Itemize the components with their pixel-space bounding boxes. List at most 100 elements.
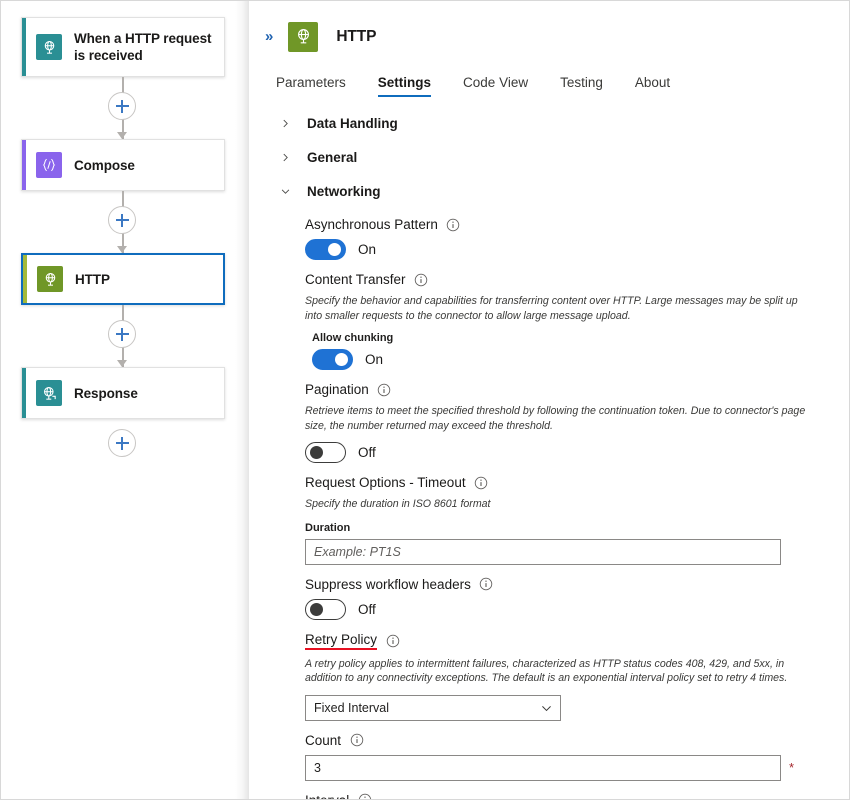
field-label-row: Retry Policy — [305, 632, 819, 650]
tab-bar: Parameters Settings Code View Testing Ab… — [249, 63, 849, 97]
tab-settings[interactable]: Settings — [378, 75, 431, 97]
info-icon[interactable] — [446, 217, 461, 232]
field-retry-policy: Retry Policy A retry policy applies to i… — [305, 632, 819, 721]
retry-policy-select-wrap: Fixed Interval — [305, 695, 561, 721]
http-action-icon — [288, 22, 318, 52]
info-icon[interactable] — [479, 577, 494, 592]
allow-chunking-toggle[interactable] — [312, 349, 353, 370]
toggle-state-label: Off — [358, 445, 376, 460]
duration-label: Duration — [305, 522, 819, 534]
tab-testing[interactable]: Testing — [560, 75, 603, 97]
field-retry-interval: Interval * — [305, 793, 819, 800]
field-label-row: Content Transfer — [305, 272, 819, 287]
networking-fields: Asynchronous Pattern On Content Transfer — [249, 217, 849, 799]
section-networking[interactable]: Networking — [249, 177, 849, 205]
info-icon[interactable] — [377, 382, 392, 397]
toggle-row: On — [305, 239, 819, 260]
field-content-transfer: Content Transfer Specify the behavior an… — [305, 272, 819, 370]
add-step-button-2[interactable] — [108, 206, 136, 234]
node-accent-bar — [22, 368, 26, 418]
chevron-right-icon — [277, 115, 293, 131]
add-step-button-1[interactable] — [108, 92, 136, 120]
section-general[interactable]: General — [249, 143, 849, 171]
tab-code-view[interactable]: Code View — [463, 75, 528, 97]
workflow-canvas[interactable]: When a HTTP request is received Compose — [1, 1, 249, 799]
field-label: Pagination — [305, 382, 369, 397]
node-label: When a HTTP request is received — [74, 30, 224, 64]
compose-icon — [36, 152, 62, 178]
panel-header: » HTTP — [249, 1, 849, 57]
workflow-node-http[interactable]: HTTP — [21, 253, 225, 305]
field-label-row: Request Options - Timeout — [305, 475, 819, 490]
workflow-node-compose[interactable]: Compose — [21, 139, 225, 191]
section-data-handling[interactable]: Data Handling — [249, 109, 849, 137]
tab-parameters[interactable]: Parameters — [276, 75, 346, 97]
workflow-node-response[interactable]: Response — [21, 367, 225, 419]
field-label: Retry Policy — [305, 632, 377, 650]
workflow-flow: When a HTTP request is received Compose — [21, 17, 225, 465]
async-pattern-toggle[interactable] — [305, 239, 346, 260]
retry-count-input[interactable] — [305, 755, 781, 781]
add-step-button-4[interactable] — [108, 429, 136, 457]
node-label: Compose — [74, 157, 143, 174]
toggle-knob — [328, 243, 341, 256]
field-request-timeout: Request Options - Timeout Specify the du… — [305, 475, 819, 565]
toggle-state-label: Off — [358, 602, 376, 617]
add-step-button-3[interactable] — [108, 320, 136, 348]
retry-policy-select[interactable]: Fixed Interval — [305, 695, 561, 721]
info-icon[interactable] — [385, 633, 400, 648]
info-icon[interactable] — [349, 733, 364, 748]
retry-policy-selected-value: Fixed Interval — [314, 701, 389, 715]
field-label: Asynchronous Pattern — [305, 217, 438, 232]
field-label: Request Options - Timeout — [305, 475, 466, 490]
field-label-row: Asynchronous Pattern — [305, 217, 819, 232]
info-icon[interactable] — [414, 272, 429, 287]
connector-tail — [21, 419, 225, 465]
field-label: Suppress workflow headers — [305, 577, 471, 592]
details-panel: » HTTP Parameters Settings Code View Tes… — [249, 1, 849, 799]
required-marker: * — [789, 761, 794, 774]
info-icon[interactable] — [357, 793, 372, 800]
allow-chunking-label: Allow chunking — [312, 332, 819, 344]
connector-1 — [21, 77, 225, 139]
field-label: Interval — [305, 793, 349, 800]
pagination-toggle[interactable] — [305, 442, 346, 463]
field-description: Specify the behavior and capabilities fo… — [305, 294, 817, 323]
suppress-headers-toggle[interactable] — [305, 599, 346, 620]
node-accent-bar — [23, 255, 27, 303]
field-description: A retry policy applies to intermittent f… — [305, 657, 817, 686]
toggle-row: On — [312, 349, 819, 370]
http-action-icon — [37, 266, 63, 292]
field-label-row: Count — [305, 733, 819, 748]
connector-arrow — [117, 246, 127, 253]
toggle-knob — [310, 446, 323, 459]
count-input-wrap: * — [305, 755, 807, 781]
section-title: Data Handling — [307, 116, 398, 131]
chevron-right-icon — [277, 149, 293, 165]
field-suppress-headers: Suppress workflow headers Off — [305, 577, 819, 620]
http-request-trigger-icon — [36, 34, 62, 60]
field-label: Content Transfer — [305, 272, 406, 287]
settings-content: Data Handling General Networking — [249, 97, 849, 799]
field-retry-count: Count * — [305, 733, 819, 781]
toggle-row: Off — [305, 442, 819, 463]
connector-3 — [21, 305, 225, 367]
section-title: Networking — [307, 184, 381, 199]
node-label: HTTP — [75, 271, 118, 288]
connector-arrow — [117, 360, 127, 367]
field-label: Count — [305, 733, 341, 748]
field-description: Specify the duration in ISO 8601 format — [305, 497, 817, 512]
field-label-row: Interval — [305, 793, 819, 800]
info-icon[interactable] — [474, 475, 489, 490]
duration-input[interactable] — [305, 539, 781, 565]
duration-input-wrap — [305, 539, 807, 565]
tab-about[interactable]: About — [635, 75, 670, 97]
canvas-edge-shadow — [235, 1, 249, 799]
toggle-knob — [310, 603, 323, 616]
field-description: Retrieve items to meet the specified thr… — [305, 404, 817, 433]
collapse-panel-button[interactable]: » — [259, 26, 278, 47]
node-label: Response — [74, 385, 146, 402]
field-label-row: Suppress workflow headers — [305, 577, 819, 592]
response-icon — [36, 380, 62, 406]
workflow-node-trigger[interactable]: When a HTTP request is received — [21, 17, 225, 77]
